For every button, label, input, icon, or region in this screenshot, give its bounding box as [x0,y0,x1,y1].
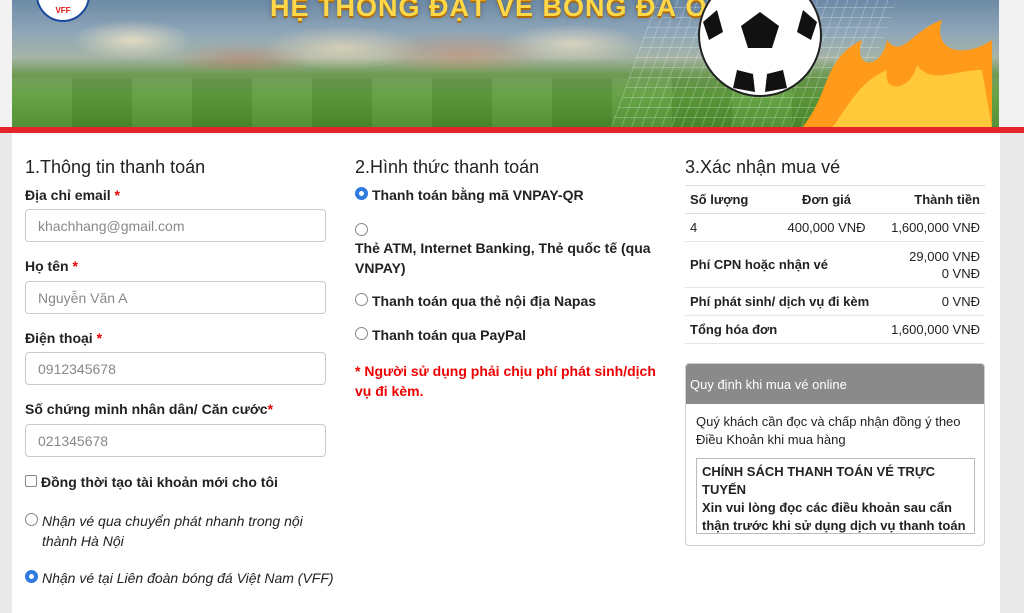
banner: HỆ THỐNG ĐẶT VÉ BÓNG ĐÁ ONLINE VFF [0,0,1024,128]
policy-terms-scrollbox[interactable]: CHÍNH SÁCH THANH TOÁN VÉ TRỰC TUYẾN Xin … [696,458,975,534]
required-mark: * [114,187,120,203]
delivery-vff-option[interactable]: Nhận vé tại Liên đoàn bóng đá Việt Nam (… [25,568,335,588]
grand-total-value: 1,600,000 VNĐ [881,315,985,344]
payment-label-napas: Thanh toán qua thẻ nội địa Napas [372,293,597,309]
service-fee-value: 0 VNĐ [881,287,985,316]
logo-text: VFF [55,6,71,15]
create-account-checkbox[interactable] [25,475,37,487]
payment-label-paypal: Thanh toán qua PayPal [372,327,527,343]
name-label: Họ tên * [25,258,78,274]
phone-label: Điện thoại * [25,330,102,346]
table-row: 4 400,000 VNĐ 1,600,000 VNĐ [685,213,985,242]
pickup-fee-value: 0 VNĐ [941,265,980,281]
payment-heading: 2.Hình thức thanh toán [355,157,540,177]
payment-radio-card[interactable] [355,223,368,236]
delivery-vff-radio[interactable] [25,570,38,583]
service-fee-row: Phí phát sinh/ dịch vụ đi kèm 0 VNĐ [685,287,985,316]
payment-label-vnpay-qr: Thanh toán bằng mã VNPAY-QR [372,187,584,203]
column-header-total: Thành tiền [881,185,985,214]
billing-heading: 1.Thông tin thanh toán [25,157,206,177]
grand-total-row: Tổng hóa đơn 1,600,000 VNĐ [685,315,985,344]
payment-option-paypal[interactable]: Thanh toán qua PayPal [355,325,526,345]
email-input[interactable] [25,209,326,242]
create-account-label: Đồng thời tạo tài khoản mới cho tôi [41,474,278,490]
policy-box: Quy định khi mua vé online Quý khách cần… [685,363,985,546]
id-card-input[interactable] [25,424,326,457]
table-header-row: Số lượng Đơn giá Thành tiền [685,185,985,214]
required-mark: * [72,258,78,274]
policy-header: Quy định khi mua vé online [686,364,984,404]
email-label-text: Địa chỉ email [25,187,111,203]
football-icon [698,0,822,97]
unit-price-cell: 400,000 VNĐ [771,213,882,242]
shipping-fee-row: Phí CPN hoặc nhận vé 29,000 VNĐ 0 VNĐ [685,241,985,288]
payment-option-card-radio-wrap[interactable] [355,221,372,236]
required-mark: * [267,401,274,417]
grand-total-label: Tổng hóa đơn [685,315,882,344]
phone-label-text: Điện thoại [25,330,93,346]
payment-option-napas[interactable]: Thanh toán qua thẻ nội địa Napas [355,291,596,311]
column-header-qty: Số lượng [685,185,772,214]
shipping-fee-label: Phí CPN hoặc nhận vé [685,241,882,288]
payment-option-vnpay-qr[interactable]: Thanh toán bằng mã VNPAY-QR [355,185,584,205]
phone-input[interactable] [25,352,326,385]
id-card-label: Số chứng minh nhân dân/ Căn cước* [25,401,273,417]
order-summary-table: Số lượng Đơn giá Thành tiền 4 400,000 VN… [685,185,985,344]
name-label-text: Họ tên [25,258,69,274]
column-header-unit-price: Đơn giá [771,185,882,214]
id-card-label-text: Số chứng minh nhân dân/ Căn cước [25,401,268,417]
policy-intro: Quý khách cần đọc và chấp nhận đồng ý th… [696,414,961,447]
shipping-fee-values: 29,000 VNĐ 0 VNĐ [881,241,985,288]
policy-title: CHÍNH SÁCH THANH TOÁN VÉ TRỰC TUYẾN [702,464,935,497]
delivery-express-label: Nhận vé qua chuyển phát nhanh trong nội … [42,513,303,549]
delivery-express-option[interactable]: Nhận vé qua chuyển phát nhanh trong nội … [25,511,325,551]
payment-radio-paypal[interactable] [355,327,368,340]
policy-body: Xin vui lòng đọc các điều khoản sau cẩn … [702,500,966,533]
checkout-panel: 1.Thông tin thanh toán Địa chỉ email * H… [12,133,1000,613]
name-input[interactable] [25,281,326,314]
confirm-heading: 3.Xác nhận mua vé [685,157,841,177]
delivery-express-radio[interactable] [25,513,38,526]
email-label: Địa chỉ email * [25,187,120,203]
service-fee-label: Phí phát sinh/ dịch vụ đi kèm [685,287,882,316]
banner-image: HỆ THỐNG ĐẶT VÉ BÓNG ĐÁ ONLINE [12,0,999,128]
payment-radio-napas[interactable] [355,293,368,306]
payment-radio-vnpay-qr[interactable] [355,187,368,200]
total-cell: 1,600,000 VNĐ [881,213,985,242]
payment-fee-note: * Người sử dụng phải chịu phí phát sinh/… [355,363,656,399]
delivery-vff-label: Nhận vé tại Liên đoàn bóng đá Việt Nam (… [42,570,334,586]
shipping-fee-value: 29,000 VNĐ [909,248,980,264]
qty-cell: 4 [685,213,772,242]
payment-label-card[interactable]: Thẻ ATM, Internet Banking, Thẻ quốc tế (… [355,238,655,278]
create-account-checkbox-row[interactable]: Đồng thời tạo tài khoản mới cho tôi [25,472,278,492]
required-mark: * [96,330,103,346]
